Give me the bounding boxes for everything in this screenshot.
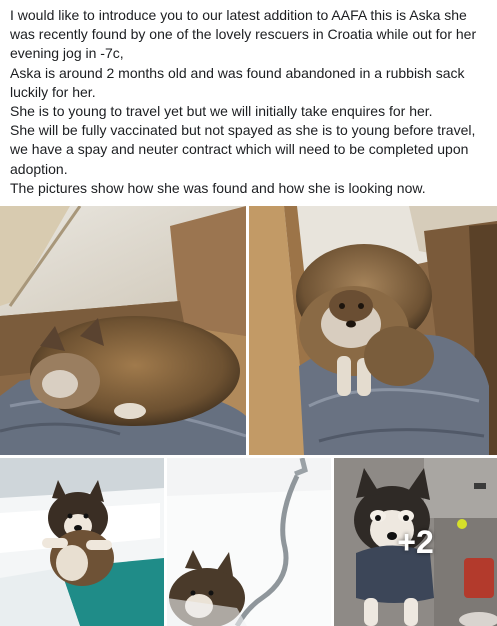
post-paragraph: Aska is around 2 months old and was foun…	[10, 64, 465, 100]
puppy-found-curled-photo[interactable]	[0, 206, 246, 455]
puppy-bathtub-photo[interactable]	[0, 458, 164, 626]
post-paragraph: I would like to introduce you to our lat…	[10, 7, 477, 62]
post-paragraph: She will be fully vaccinated but not spa…	[10, 122, 476, 177]
post-paragraph: She is to young to travel yet but we wil…	[10, 103, 433, 120]
post-paragraph: The pictures show how she was found and …	[10, 179, 426, 196]
puppy-sweater-photo[interactable]: +2	[334, 458, 497, 626]
more-photos-count: +2	[397, 523, 434, 560]
puppy-found-sitting-photo[interactable]	[249, 206, 497, 455]
post-text: I would like to introduce you to our lat…	[10, 6, 492, 198]
photo-image	[0, 206, 246, 455]
photo-image	[167, 458, 331, 626]
puppy-shower-photo[interactable]	[167, 458, 331, 626]
photo-image	[0, 458, 164, 626]
photo-grid: +2	[0, 206, 497, 626]
photo-image	[249, 206, 497, 455]
